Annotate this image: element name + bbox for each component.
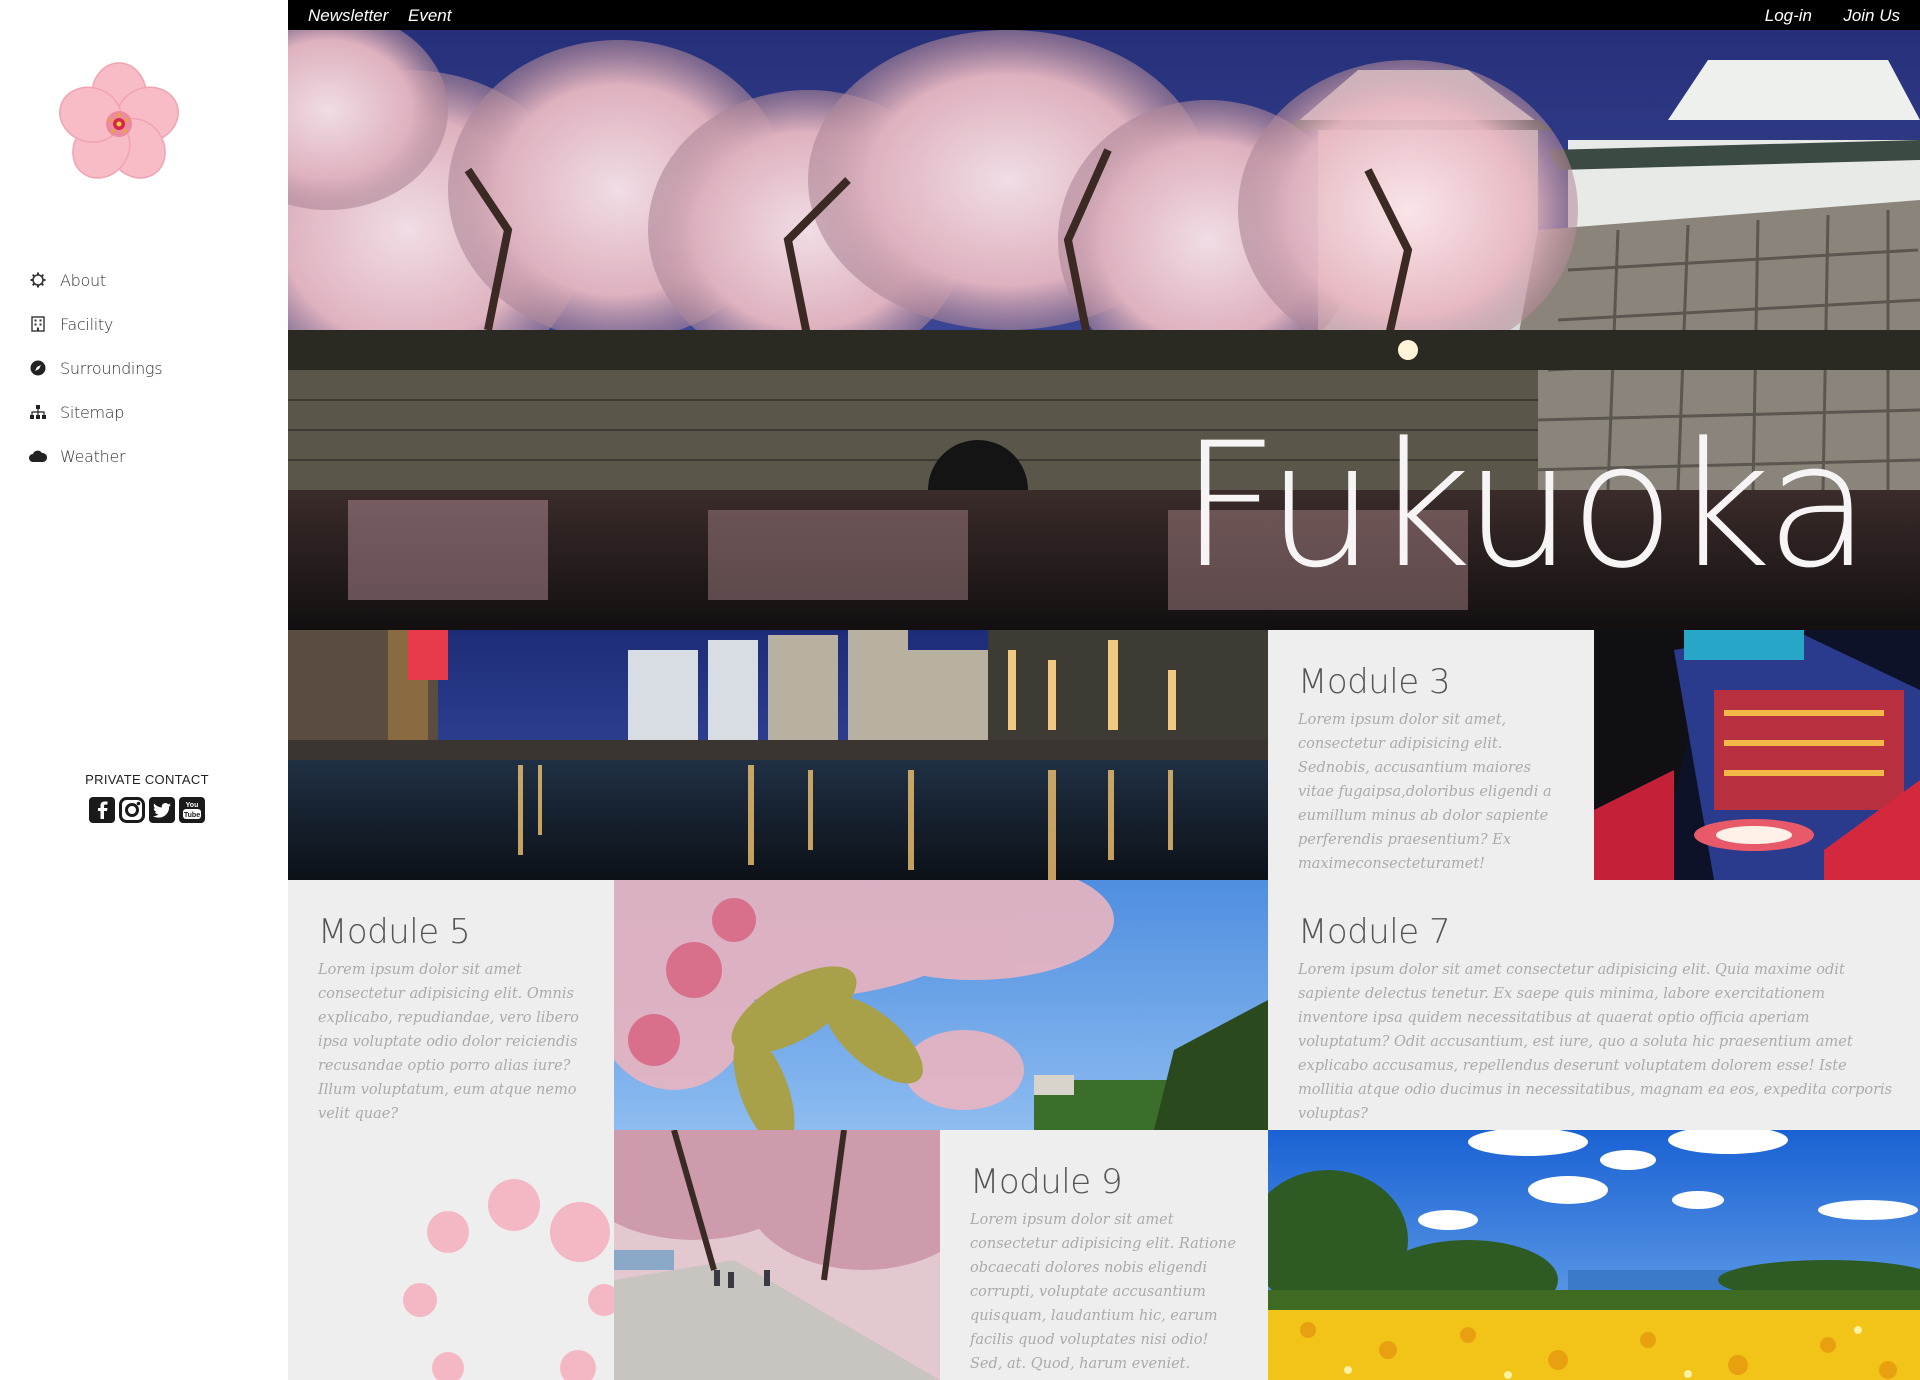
- hero-banner: Fukuoka: [288, 30, 1920, 630]
- social-links: You Tube: [82, 797, 212, 823]
- photo-blossom-path: [614, 1130, 940, 1380]
- photo-blossom-sky: [614, 880, 1268, 1130]
- module-7-title: Module 7: [1298, 912, 1451, 952]
- module-3-card: Module 3 Lorem ipsum dolor sit amet, con…: [1268, 630, 1594, 880]
- photo-canal-city: [1594, 630, 1920, 880]
- sidebar-item-label: Facility: [60, 314, 114, 334]
- building-icon: [28, 314, 48, 334]
- module-3-title: Module 3: [1298, 662, 1451, 702]
- sidebar-item-label: About: [60, 270, 106, 290]
- join-us-link[interactable]: Join Us: [1843, 6, 1900, 26]
- photo-flower-field: [1268, 1130, 1920, 1380]
- facebook-icon[interactable]: [89, 797, 115, 823]
- module-5-card: Module 5 Lorem ipsum dolor sit amet cons…: [288, 880, 614, 1380]
- hero-title: Fukuoka: [1179, 405, 1871, 606]
- sidebar-nav: About Facility Surroundings Sitemap Weat…: [28, 258, 163, 478]
- sidebar-item-label: Weather: [60, 446, 126, 466]
- module-9-card: Module 9 Lorem ipsum dolor sit amet cons…: [940, 1130, 1268, 1380]
- private-contact: PRIVATE CONTACT You Tube: [82, 772, 212, 823]
- login-link[interactable]: Log-in: [1765, 6, 1812, 26]
- sidebar: About Facility Surroundings Sitemap Weat…: [0, 0, 288, 1380]
- instagram-icon[interactable]: [119, 797, 145, 823]
- compass-icon: [28, 358, 48, 378]
- sitemap-icon: [28, 402, 48, 422]
- newsletter-link[interactable]: Newsletter: [308, 6, 388, 26]
- loading-spinner-icon: [403, 1179, 614, 1380]
- module-7-card: Module 7 Lorem ipsum dolor sit amet cons…: [1268, 880, 1920, 1130]
- module-7-body: Lorem ipsum dolor sit amet consectetur a…: [1298, 962, 1893, 1122]
- sidebar-item-weather[interactable]: Weather: [28, 434, 162, 478]
- module-9-title: Module 9: [970, 1162, 1123, 1202]
- cherry-blossom-logo-icon[interactable]: [55, 60, 183, 188]
- gear-icon: [28, 270, 48, 290]
- sidebar-item-label: Sitemap: [60, 402, 125, 422]
- sidebar-item-about[interactable]: About: [28, 258, 162, 302]
- youtube-icon[interactable]: You Tube: [179, 797, 205, 823]
- contact-title: PRIVATE CONTACT: [85, 772, 209, 787]
- event-link[interactable]: Event: [408, 6, 451, 26]
- sidebar-item-label: Surroundings: [60, 358, 163, 378]
- sidebar-item-facility[interactable]: Facility: [28, 302, 162, 346]
- module-3-body: Lorem ipsum dolor sit amet, consectetur …: [1298, 712, 1552, 872]
- twitter-icon[interactable]: [149, 797, 175, 823]
- top-nav-bar: Newsletter Event Log-in Join Us: [288, 0, 1920, 30]
- photo-river-night: [288, 630, 1268, 880]
- sidebar-item-surroundings[interactable]: Surroundings: [28, 346, 163, 390]
- sidebar-item-sitemap[interactable]: Sitemap: [28, 390, 162, 434]
- svg-text:Tube: Tube: [184, 812, 200, 819]
- cloud-icon: [28, 446, 48, 466]
- module-9-body: Lorem ipsum dolor sit amet consectetur a…: [970, 1212, 1236, 1372]
- svg-text:You: You: [186, 802, 199, 809]
